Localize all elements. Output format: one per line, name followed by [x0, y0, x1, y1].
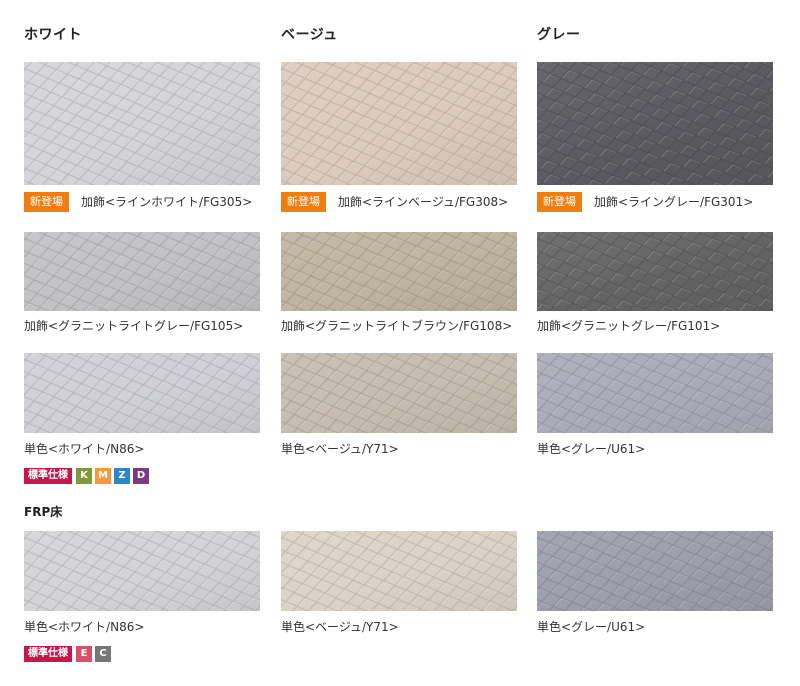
- caption-frp-beige: 単色<ベージュ/Y71>: [281, 620, 399, 634]
- caption-line-white: 新登場 加飾<ラインホワイト/FG305>: [24, 192, 252, 212]
- column-heading-gray: グレー: [537, 27, 581, 43]
- spec-badge-z: Z: [114, 468, 130, 484]
- caption-solid-beige: 単色<ベージュ/Y71>: [281, 442, 399, 456]
- caption-line-beige: 新登場 加飾<ラインベージュ/FG308>: [281, 192, 508, 212]
- swatch-texture: [537, 531, 773, 611]
- caption-text: 加飾<ラインホワイト/FG305>: [81, 195, 253, 209]
- swatch-granite-gray[interactable]: [537, 232, 773, 311]
- swatch-frp-white[interactable]: [24, 531, 260, 611]
- spec-badge-m: M: [95, 468, 111, 484]
- caption-granite-light-brown: 加飾<グラニットライトブラウン/FG108>: [281, 319, 513, 333]
- swatch-texture: [537, 62, 773, 185]
- swatch-texture: [24, 353, 260, 433]
- swatch-texture: [281, 531, 517, 611]
- caption-solid-white: 単色<ホワイト/N86>: [24, 442, 145, 456]
- swatch-granite-light-brown[interactable]: [281, 232, 517, 311]
- column-heading-white: ホワイト: [24, 27, 82, 43]
- swatch-solid-white[interactable]: [24, 353, 260, 433]
- swatch-solid-beige[interactable]: [281, 353, 517, 433]
- standard-spec-badge: 標準仕様: [24, 646, 72, 662]
- swatch-texture: [537, 353, 773, 433]
- spec-badge-e: E: [76, 646, 92, 662]
- caption-granite-light-gray: 加飾<グラニットライトグレー/FG105>: [24, 319, 244, 333]
- caption-solid-gray: 単色<グレー/U61>: [537, 442, 646, 456]
- caption-frp-gray: 単色<グレー/U61>: [537, 620, 646, 634]
- swatch-texture: [537, 232, 773, 311]
- swatch-granite-light-gray[interactable]: [24, 232, 260, 311]
- new-badge: 新登場: [24, 192, 69, 212]
- swatch-texture: [281, 62, 517, 185]
- swatch-line-beige[interactable]: [281, 62, 517, 185]
- swatch-texture: [24, 232, 260, 311]
- swatch-texture: [24, 531, 260, 611]
- swatch-line-white[interactable]: [24, 62, 260, 185]
- spec-badges-1: 標準仕様 K M Z D: [24, 468, 152, 484]
- new-badge: 新登場: [537, 192, 582, 212]
- caption-frp-white: 単色<ホワイト/N86>: [24, 620, 145, 634]
- caption-line-gray: 新登場 加飾<ライングレー/FG301>: [537, 192, 753, 212]
- caption-text: 加飾<ライングレー/FG301>: [594, 195, 754, 209]
- spec-badge-k: K: [76, 468, 92, 484]
- swatch-line-gray[interactable]: [537, 62, 773, 185]
- spec-badge-d: D: [133, 468, 149, 484]
- swatch-frp-beige[interactable]: [281, 531, 517, 611]
- spec-badge-c: C: [95, 646, 111, 662]
- frp-floor-heading: FRP床: [24, 505, 63, 519]
- column-heading-beige: ベージュ: [281, 27, 338, 43]
- swatch-texture: [281, 353, 517, 433]
- swatch-texture: [24, 62, 260, 185]
- swatch-frp-gray[interactable]: [537, 531, 773, 611]
- swatch-texture: [281, 232, 517, 311]
- new-badge: 新登場: [281, 192, 326, 212]
- caption-granite-gray: 加飾<グラニットグレー/FG101>: [537, 319, 721, 333]
- caption-text: 加飾<ラインベージュ/FG308>: [338, 195, 509, 209]
- spec-badges-2: 標準仕様 E C: [24, 646, 114, 662]
- swatch-solid-gray[interactable]: [537, 353, 773, 433]
- standard-spec-badge: 標準仕様: [24, 468, 72, 484]
